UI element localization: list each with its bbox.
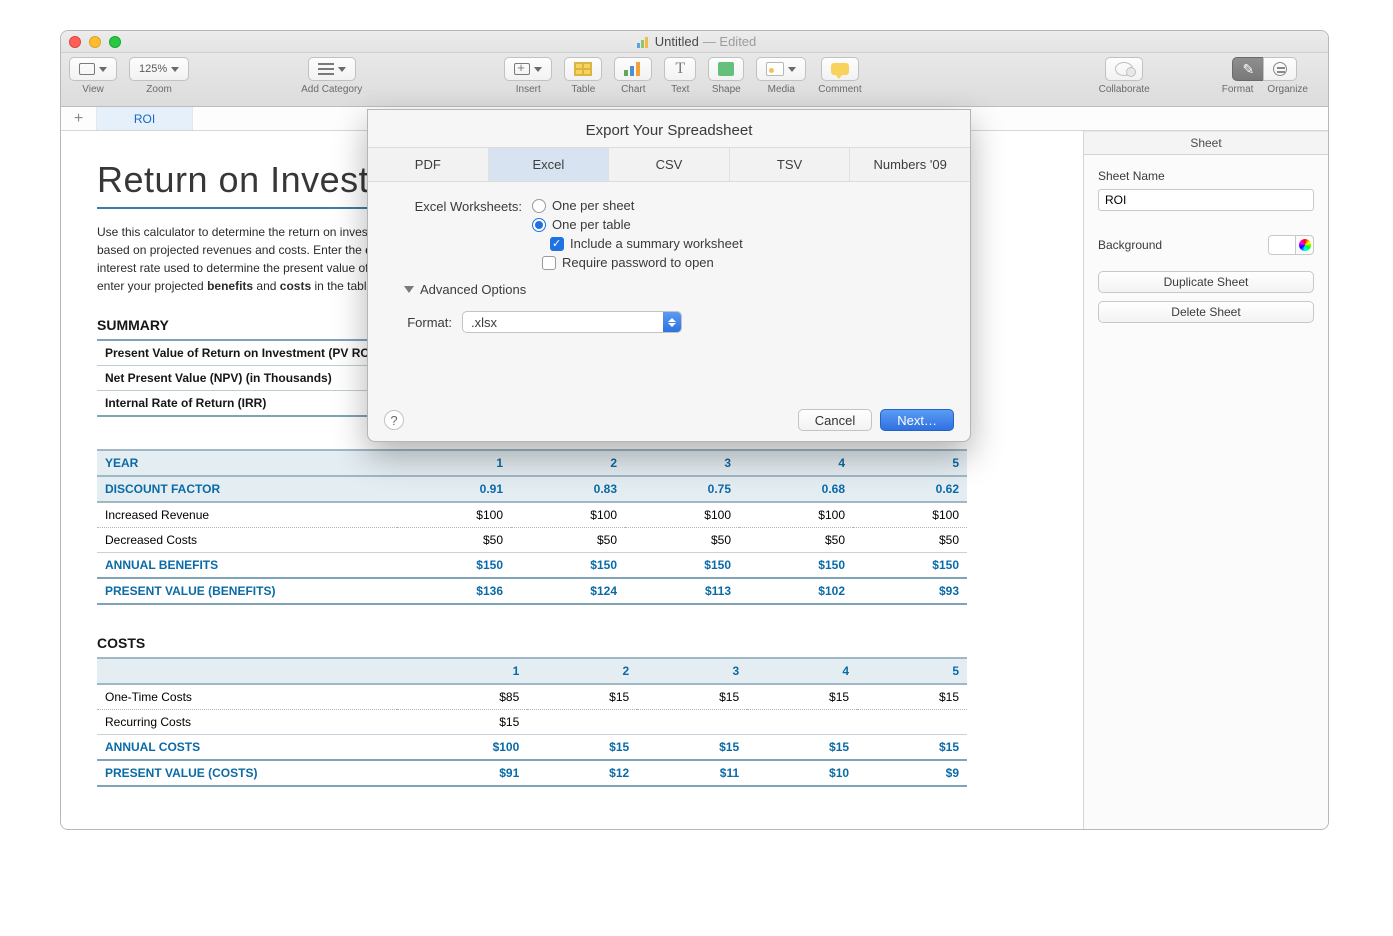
tab-pdf[interactable]: PDF	[368, 148, 489, 181]
document-icon	[637, 36, 651, 48]
text-label: Text	[671, 84, 689, 95]
comment-button[interactable]	[821, 57, 859, 81]
radio-one-per-sheet[interactable]: One per sheet	[532, 198, 743, 213]
colorpicker-icon[interactable]	[1295, 236, 1313, 254]
export-dialog: Export Your Spreadsheet PDF Excel CSV TS…	[367, 109, 971, 442]
add-category-label: Add Category	[301, 84, 362, 95]
chart-button[interactable]	[614, 57, 652, 81]
format-select[interactable]: .xlsx	[462, 311, 682, 333]
insert-button[interactable]	[504, 57, 552, 81]
comment-label: Comment	[818, 84, 861, 95]
checkbox-require-password[interactable]: Require password to open	[542, 255, 942, 270]
view-button[interactable]	[69, 57, 117, 81]
format-label: Format:	[396, 314, 462, 330]
costs-heading: COSTS	[97, 635, 1073, 651]
zoom-window-icon[interactable]	[109, 36, 121, 48]
shape-button[interactable]	[708, 57, 744, 81]
cancel-button[interactable]: Cancel	[798, 409, 872, 431]
window-title: Untitled	[655, 34, 699, 49]
export-tabs: PDF Excel CSV TSV Numbers '09	[368, 147, 970, 182]
format-label: Format	[1222, 84, 1254, 95]
collaborate-label: Collaborate	[1099, 84, 1150, 95]
chevron-updown-icon	[663, 312, 681, 332]
inspector-sidebar: Sheet Sheet Name Background Duplicate Sh…	[1083, 131, 1328, 829]
checkbox-include-summary[interactable]: Include a summary worksheet	[550, 236, 743, 251]
toolbar: View 125% Zoom Add Category Insert Table…	[61, 53, 1328, 107]
background-label: Background	[1098, 238, 1162, 252]
radio-one-per-table[interactable]: One per table	[532, 217, 743, 232]
collaborate-button[interactable]	[1105, 57, 1143, 81]
help-button[interactable]: ?	[384, 410, 404, 430]
media-label: Media	[768, 84, 795, 95]
media-button[interactable]	[756, 57, 806, 81]
format-button[interactable]: ✎	[1232, 57, 1264, 81]
next-button[interactable]: Next…	[880, 409, 954, 431]
close-icon[interactable]	[69, 36, 81, 48]
zoom-button[interactable]: 125%	[129, 57, 189, 81]
zoom-label: Zoom	[146, 84, 172, 95]
tab-csv[interactable]: CSV	[609, 148, 730, 181]
organize-label: Organize	[1267, 84, 1308, 95]
worksheets-label: Excel Worksheets:	[396, 198, 532, 214]
add-sheet-button[interactable]: +	[61, 107, 97, 130]
table-label: Table	[571, 84, 595, 95]
view-label: View	[82, 84, 104, 95]
text-button[interactable]: T	[664, 57, 696, 81]
window-controls[interactable]	[69, 36, 121, 48]
inspector-tab-sheet[interactable]: Sheet	[1084, 131, 1328, 155]
disclosure-triangle-icon	[404, 286, 414, 293]
export-title: Export Your Spreadsheet	[368, 110, 970, 147]
tab-tsv[interactable]: TSV	[730, 148, 851, 181]
shape-label: Shape	[712, 84, 741, 95]
minimize-icon[interactable]	[89, 36, 101, 48]
delete-sheet-button[interactable]: Delete Sheet	[1098, 301, 1314, 323]
advanced-options-toggle[interactable]: Advanced Options	[404, 282, 942, 297]
sheet-tab-roi[interactable]: ROI	[97, 107, 193, 130]
tab-numbers09[interactable]: Numbers '09	[850, 148, 970, 181]
insert-label: Insert	[516, 84, 541, 95]
sheet-name-input[interactable]	[1098, 189, 1314, 211]
window-edited-status: — Edited	[703, 34, 756, 49]
chart-label: Chart	[621, 84, 645, 95]
costs-table[interactable]: 12345 One-Time Costs $85$15$15$15$15 Rec…	[97, 657, 967, 787]
organize-button[interactable]	[1263, 57, 1297, 81]
sheet-name-label: Sheet Name	[1098, 169, 1314, 183]
table-button[interactable]	[564, 57, 602, 81]
background-colorwell[interactable]	[1268, 235, 1314, 255]
add-category-button[interactable]	[308, 57, 356, 81]
benefits-table[interactable]: YEAR 12345 DISCOUNT FACTOR 0.910.830.750…	[97, 449, 967, 605]
tab-excel[interactable]: Excel	[489, 148, 610, 181]
titlebar: Untitled — Edited	[61, 31, 1328, 53]
duplicate-sheet-button[interactable]: Duplicate Sheet	[1098, 271, 1314, 293]
